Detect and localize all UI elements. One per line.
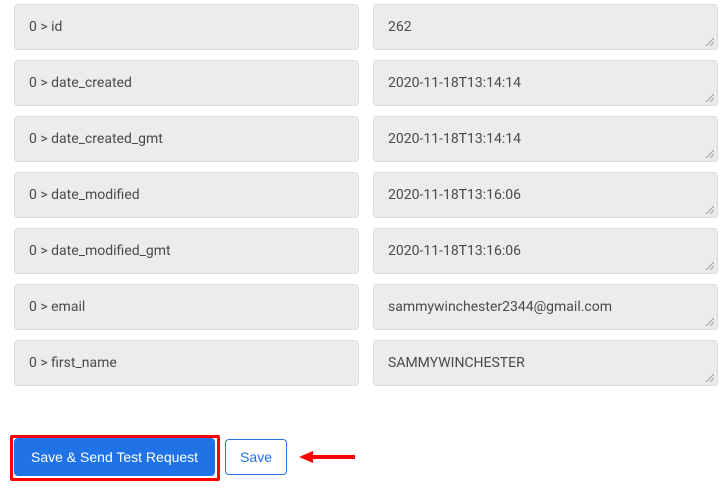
resize-grip-icon[interactable] bbox=[704, 92, 714, 102]
field-value-text: SAMMYWINCHESTER bbox=[388, 355, 525, 371]
field-key-cell[interactable]: 0 > email bbox=[14, 284, 359, 330]
annotation-arrow-icon bbox=[297, 447, 357, 467]
field-key-cell[interactable]: 0 > date_created_gmt bbox=[14, 116, 359, 162]
field-key-text: 0 > email bbox=[29, 299, 85, 315]
field-value-text: 2020-11-18T13:16:06 bbox=[388, 187, 521, 203]
field-value-text: 262 bbox=[388, 19, 412, 35]
field-key-cell[interactable]: 0 > id bbox=[14, 4, 359, 50]
field-value-cell[interactable]: 262 bbox=[373, 4, 718, 50]
field-value-cell[interactable]: 2020-11-18T13:14:14 bbox=[373, 116, 718, 162]
field-key-cell[interactable]: 0 > date_modified bbox=[14, 172, 359, 218]
resize-grip-icon[interactable] bbox=[704, 372, 714, 382]
resize-grip-icon[interactable] bbox=[704, 260, 714, 270]
field-value-cell[interactable]: sammywinchester2344@gmail.com bbox=[373, 284, 718, 330]
field-row: 0 > date_modified 2020-11-18T13:16:06 bbox=[14, 172, 718, 218]
field-row: 0 > email sammywinchester2344@gmail.com bbox=[14, 284, 718, 330]
field-row: 0 > date_modified_gmt 2020-11-18T13:16:06 bbox=[14, 228, 718, 274]
resize-grip-icon[interactable] bbox=[704, 148, 714, 158]
field-key-text: 0 > id bbox=[29, 19, 62, 35]
field-row: 0 > first_name SAMMYWINCHESTER bbox=[14, 340, 718, 386]
field-value-text: 2020-11-18T13:16:06 bbox=[388, 243, 521, 259]
field-row: 0 > id 262 bbox=[14, 4, 718, 50]
field-key-text: 0 > first_name bbox=[29, 355, 117, 371]
field-key-text: 0 > date_modified_gmt bbox=[29, 243, 171, 259]
field-key-cell[interactable]: 0 > date_modified_gmt bbox=[14, 228, 359, 274]
field-value-cell[interactable]: 2020-11-18T13:16:06 bbox=[373, 228, 718, 274]
save-button[interactable]: Save bbox=[225, 439, 287, 475]
field-value-cell[interactable]: 2020-11-18T13:14:14 bbox=[373, 60, 718, 106]
field-key-text: 0 > date_created bbox=[29, 75, 132, 91]
field-value-text: 2020-11-18T13:14:14 bbox=[388, 75, 521, 91]
field-value-text: sammywinchester2344@gmail.com bbox=[388, 299, 612, 315]
field-row: 0 > date_created_gmt 2020-11-18T13:14:14 bbox=[14, 116, 718, 162]
field-value-cell[interactable]: 2020-11-18T13:16:06 bbox=[373, 172, 718, 218]
resize-grip-icon[interactable] bbox=[704, 204, 714, 214]
field-key-text: 0 > date_created_gmt bbox=[29, 131, 163, 147]
field-key-cell[interactable]: 0 > first_name bbox=[14, 340, 359, 386]
field-key-text: 0 > date_modified bbox=[29, 187, 140, 203]
save-send-test-button[interactable]: Save & Send Test Request bbox=[14, 438, 215, 476]
field-key-cell[interactable]: 0 > date_created bbox=[14, 60, 359, 106]
field-mapping-scroll[interactable]: 0 > id 262 0 > date_created 2020-11-18T13:1… bbox=[0, 0, 726, 430]
field-value-cell[interactable]: SAMMYWINCHESTER bbox=[373, 340, 718, 386]
field-value-text: 2020-11-18T13:14:14 bbox=[388, 131, 521, 147]
resize-grip-icon[interactable] bbox=[704, 36, 714, 46]
button-bar: Save & Send Test Request Save bbox=[0, 430, 726, 476]
field-row: 0 > date_created 2020-11-18T13:14:14 bbox=[14, 60, 718, 106]
resize-grip-icon[interactable] bbox=[704, 316, 714, 326]
